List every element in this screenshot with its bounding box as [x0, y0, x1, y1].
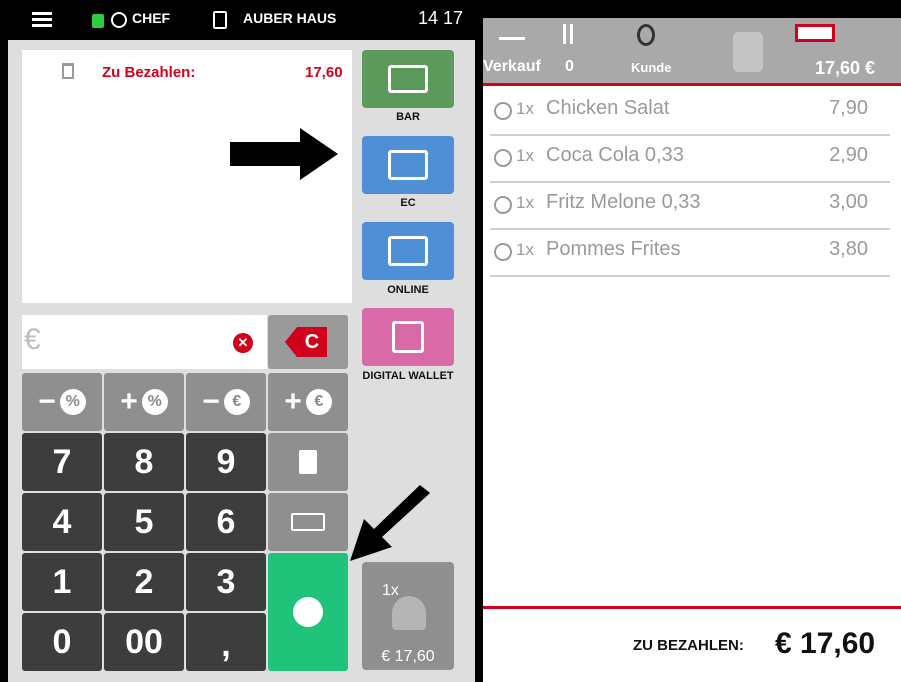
pay-wallet-button[interactable] [362, 308, 454, 366]
wallet-icon [392, 321, 424, 353]
footer-label: ZU BEZAHLEN: [633, 637, 744, 654]
item-qty: 1x [516, 193, 534, 212]
pay-amount: 17,60 [305, 64, 343, 81]
input-currency-placeholder: € [24, 323, 41, 356]
customer-icon [637, 24, 655, 46]
item-qty: 1x [516, 240, 534, 259]
top-bar: CHEF AUBER HAUS 14 17 [0, 0, 475, 40]
plus-sign: + [284, 385, 302, 418]
clock: 14 17 [418, 8, 464, 28]
pay-label: Zu Bezahlen: [102, 64, 196, 81]
trash-icon[interactable] [62, 63, 74, 79]
key-5[interactable]: 5 [104, 493, 184, 551]
split-bill-button[interactable]: 1x € 17,60 [362, 562, 454, 670]
minus-percent-button[interactable]: −% [22, 373, 102, 431]
cash-note-icon [795, 24, 835, 42]
minus-sign: − [202, 385, 220, 418]
item-price: 3,00 [829, 191, 868, 213]
list-item[interactable]: 1x Coca Cola 0,33 2,90 [490, 135, 890, 183]
clear-input-icon[interactable]: ✕ [233, 333, 253, 353]
cash-drawer-button[interactable] [268, 493, 348, 551]
plus-percent-button[interactable]: +% [104, 373, 184, 431]
order-footer: ZU BEZAHLEN: € 17,60 [483, 606, 901, 682]
split-amount: € 17,60 [381, 648, 435, 665]
key-2[interactable]: 2 [104, 553, 184, 611]
arrow-right-icon [230, 128, 338, 180]
confirm-payment-button[interactable] [268, 553, 348, 671]
item-qty: 1x [516, 99, 534, 118]
key-1[interactable]: 1 [22, 553, 102, 611]
key-comma[interactable]: , [186, 613, 266, 671]
percent-icon: % [141, 389, 168, 415]
plus-euro-button[interactable]: + € [268, 373, 348, 431]
cash-payment-icon [293, 597, 323, 627]
cash-hand-icon [388, 65, 428, 93]
key-9[interactable]: 9 [186, 433, 266, 491]
location-name[interactable]: AUBER HAUS [243, 10, 336, 26]
clear-button[interactable]: C [268, 315, 348, 369]
customer-label[interactable]: Kunde [631, 60, 671, 75]
pay-online-label: ONLINE [387, 284, 429, 296]
card-icon [388, 236, 428, 266]
pay-wallet-label: DIGITAL WALLET [362, 370, 454, 382]
key-7[interactable]: 7 [22, 433, 102, 491]
arrow-down-left-icon [350, 485, 430, 561]
select-radio-icon[interactable] [494, 102, 512, 120]
select-radio-icon[interactable] [494, 196, 512, 214]
status-light-icon [92, 14, 104, 28]
order-total: 17,60 € [815, 58, 876, 78]
seat-count[interactable]: 0 [565, 58, 574, 76]
plus-sign: + [120, 385, 138, 418]
person-receipt-icon [392, 596, 426, 630]
item-name: Pommes Frites [546, 238, 681, 260]
key-00[interactable]: 00 [104, 613, 184, 671]
pay-cash-label: BAR [396, 111, 420, 123]
list-item[interactable]: 1x Chicken Salat 7,90 [490, 88, 890, 136]
table-list-icon [213, 11, 227, 29]
item-qty: 1x [516, 146, 534, 165]
order-header: Verkauf 0 Kunde 17,60 € [483, 18, 901, 86]
cash-drawer-icon [291, 513, 325, 531]
item-name: Chicken Salat [546, 97, 670, 119]
list-item[interactable]: 1x Fritz Melone 0,33 3,00 [490, 182, 890, 230]
key-6[interactable]: 6 [186, 493, 266, 551]
item-name: Coca Cola 0,33 [546, 144, 684, 166]
menu-icon[interactable] [32, 12, 52, 28]
cutlery-icon [563, 24, 573, 44]
card-icon [388, 150, 428, 180]
order-mode[interactable]: Verkauf [483, 58, 541, 76]
clear-label: C [297, 327, 327, 357]
split-count: 1x [382, 582, 399, 599]
euro-icon: € [305, 389, 332, 415]
pay-online-button[interactable] [362, 222, 454, 280]
key-0[interactable]: 0 [22, 613, 102, 671]
percent-icon: % [59, 389, 86, 415]
pay-cash-button[interactable] [362, 50, 454, 108]
item-price: 3,80 [829, 238, 868, 260]
key-4[interactable]: 4 [22, 493, 102, 551]
amount-input[interactable]: € ✕ [22, 315, 267, 369]
waiter-icon [499, 24, 525, 40]
pay-ec-label: EC [400, 197, 416, 209]
select-radio-icon[interactable] [494, 149, 512, 167]
user-icon [111, 12, 127, 28]
minus-euro-button[interactable]: − € [186, 373, 266, 431]
chair-icon[interactable] [733, 32, 763, 72]
footer-total: € 17,60 [775, 627, 876, 660]
item-price: 7,90 [829, 97, 868, 119]
pay-ec-button[interactable] [362, 136, 454, 194]
receipt-icon [299, 450, 317, 474]
item-price: 2,90 [829, 144, 868, 166]
list-item[interactable]: 1x Pommes Frites 3,80 [490, 229, 890, 277]
key-3[interactable]: 3 [186, 553, 266, 611]
key-8[interactable]: 8 [104, 433, 184, 491]
item-name: Fritz Melone 0,33 [546, 191, 701, 213]
minus-sign: − [38, 385, 56, 418]
euro-icon: € [223, 389, 250, 415]
receipt-button[interactable] [268, 433, 348, 491]
select-radio-icon[interactable] [494, 243, 512, 261]
user-name[interactable]: CHEF [132, 10, 170, 26]
